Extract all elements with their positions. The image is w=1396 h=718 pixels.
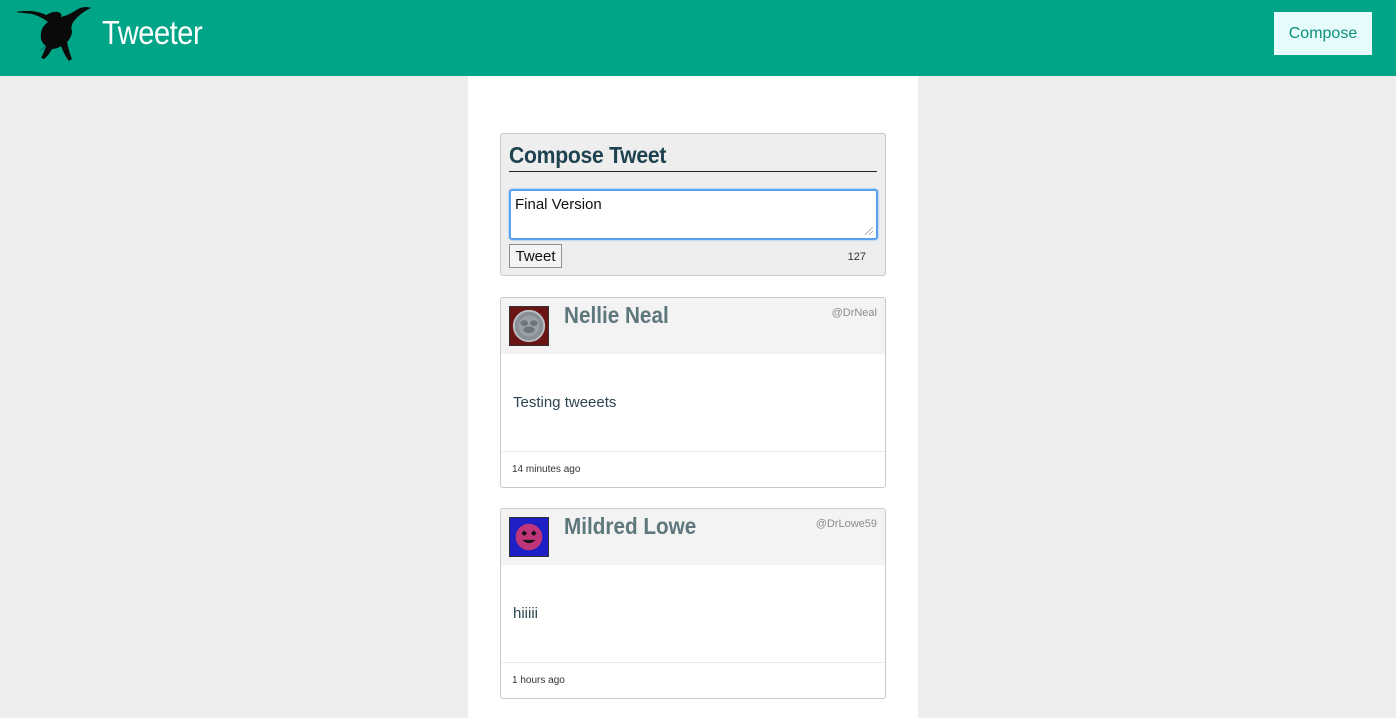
compose-title: Compose Tweet (509, 142, 877, 172)
dog-avatar-icon (509, 306, 549, 346)
compose-tweet-section: Compose Tweet Final Version Tweet 127 (500, 133, 886, 276)
user-name: Mildred Lowe (564, 513, 697, 539)
tweet-content: hiiiii (513, 605, 539, 622)
tweet-header: Nellie Neal @DrNeal (501, 298, 885, 354)
tweet-text-value: Final Version (515, 196, 602, 213)
tweet-footer: 14 minutes ago (501, 451, 885, 487)
tweet-timestamp: 1 hours ago (512, 675, 565, 686)
hummingbird-logo-icon (16, 7, 91, 61)
tweet-header: Mildred Lowe @DrLowe59 (501, 509, 885, 565)
user-name: Nellie Neal (564, 302, 669, 328)
user-handle: @DrNeal (831, 307, 877, 319)
brand-title: Tweeter (102, 14, 203, 51)
smiley-avatar-icon (509, 517, 549, 557)
tweet-submit-button[interactable]: Tweet (509, 244, 562, 268)
compose-toggle-button[interactable]: Compose (1274, 12, 1372, 55)
tweet-content: Testing tweeets (513, 394, 617, 411)
tweet-footer: 1 hours ago (501, 662, 885, 698)
tweet-card: Mildred Lowe @DrLowe59 hiiiii 1 hours ag… (500, 508, 886, 699)
tweet-timestamp: 14 minutes ago (512, 464, 581, 475)
tweet-text-input[interactable]: Final Version (509, 189, 878, 240)
tweet-card: Nellie Neal @DrNeal Testing tweeets 14 m… (500, 297, 886, 488)
resize-grip-icon[interactable] (865, 227, 873, 235)
main-column: Compose Tweet Final Version Tweet 127 Ne… (468, 76, 918, 718)
user-handle: @DrLowe59 (815, 518, 877, 530)
char-counter: 127 (847, 251, 866, 263)
top-nav-bar: Tweeter Compose (0, 0, 1396, 76)
